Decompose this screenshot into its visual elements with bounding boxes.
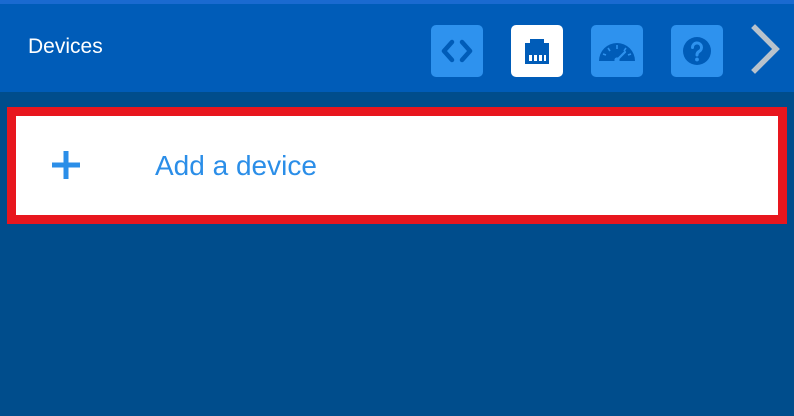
next-button[interactable] xyxy=(746,22,786,76)
help-button[interactable] xyxy=(671,25,723,77)
plus-icon xyxy=(51,150,81,180)
devices-button[interactable] xyxy=(511,25,563,77)
add-device-label: Add a device xyxy=(155,150,317,181)
page-title: Devices xyxy=(28,35,103,58)
help-icon xyxy=(677,31,717,71)
code-icon xyxy=(437,31,477,71)
ethernet-icon xyxy=(517,31,557,71)
code-view-button[interactable] xyxy=(431,25,483,77)
add-device-item[interactable]: Add a device xyxy=(16,116,778,215)
chevron-right-icon xyxy=(746,24,786,80)
gauge-icon xyxy=(595,31,639,71)
dashboard-button[interactable] xyxy=(591,25,643,77)
